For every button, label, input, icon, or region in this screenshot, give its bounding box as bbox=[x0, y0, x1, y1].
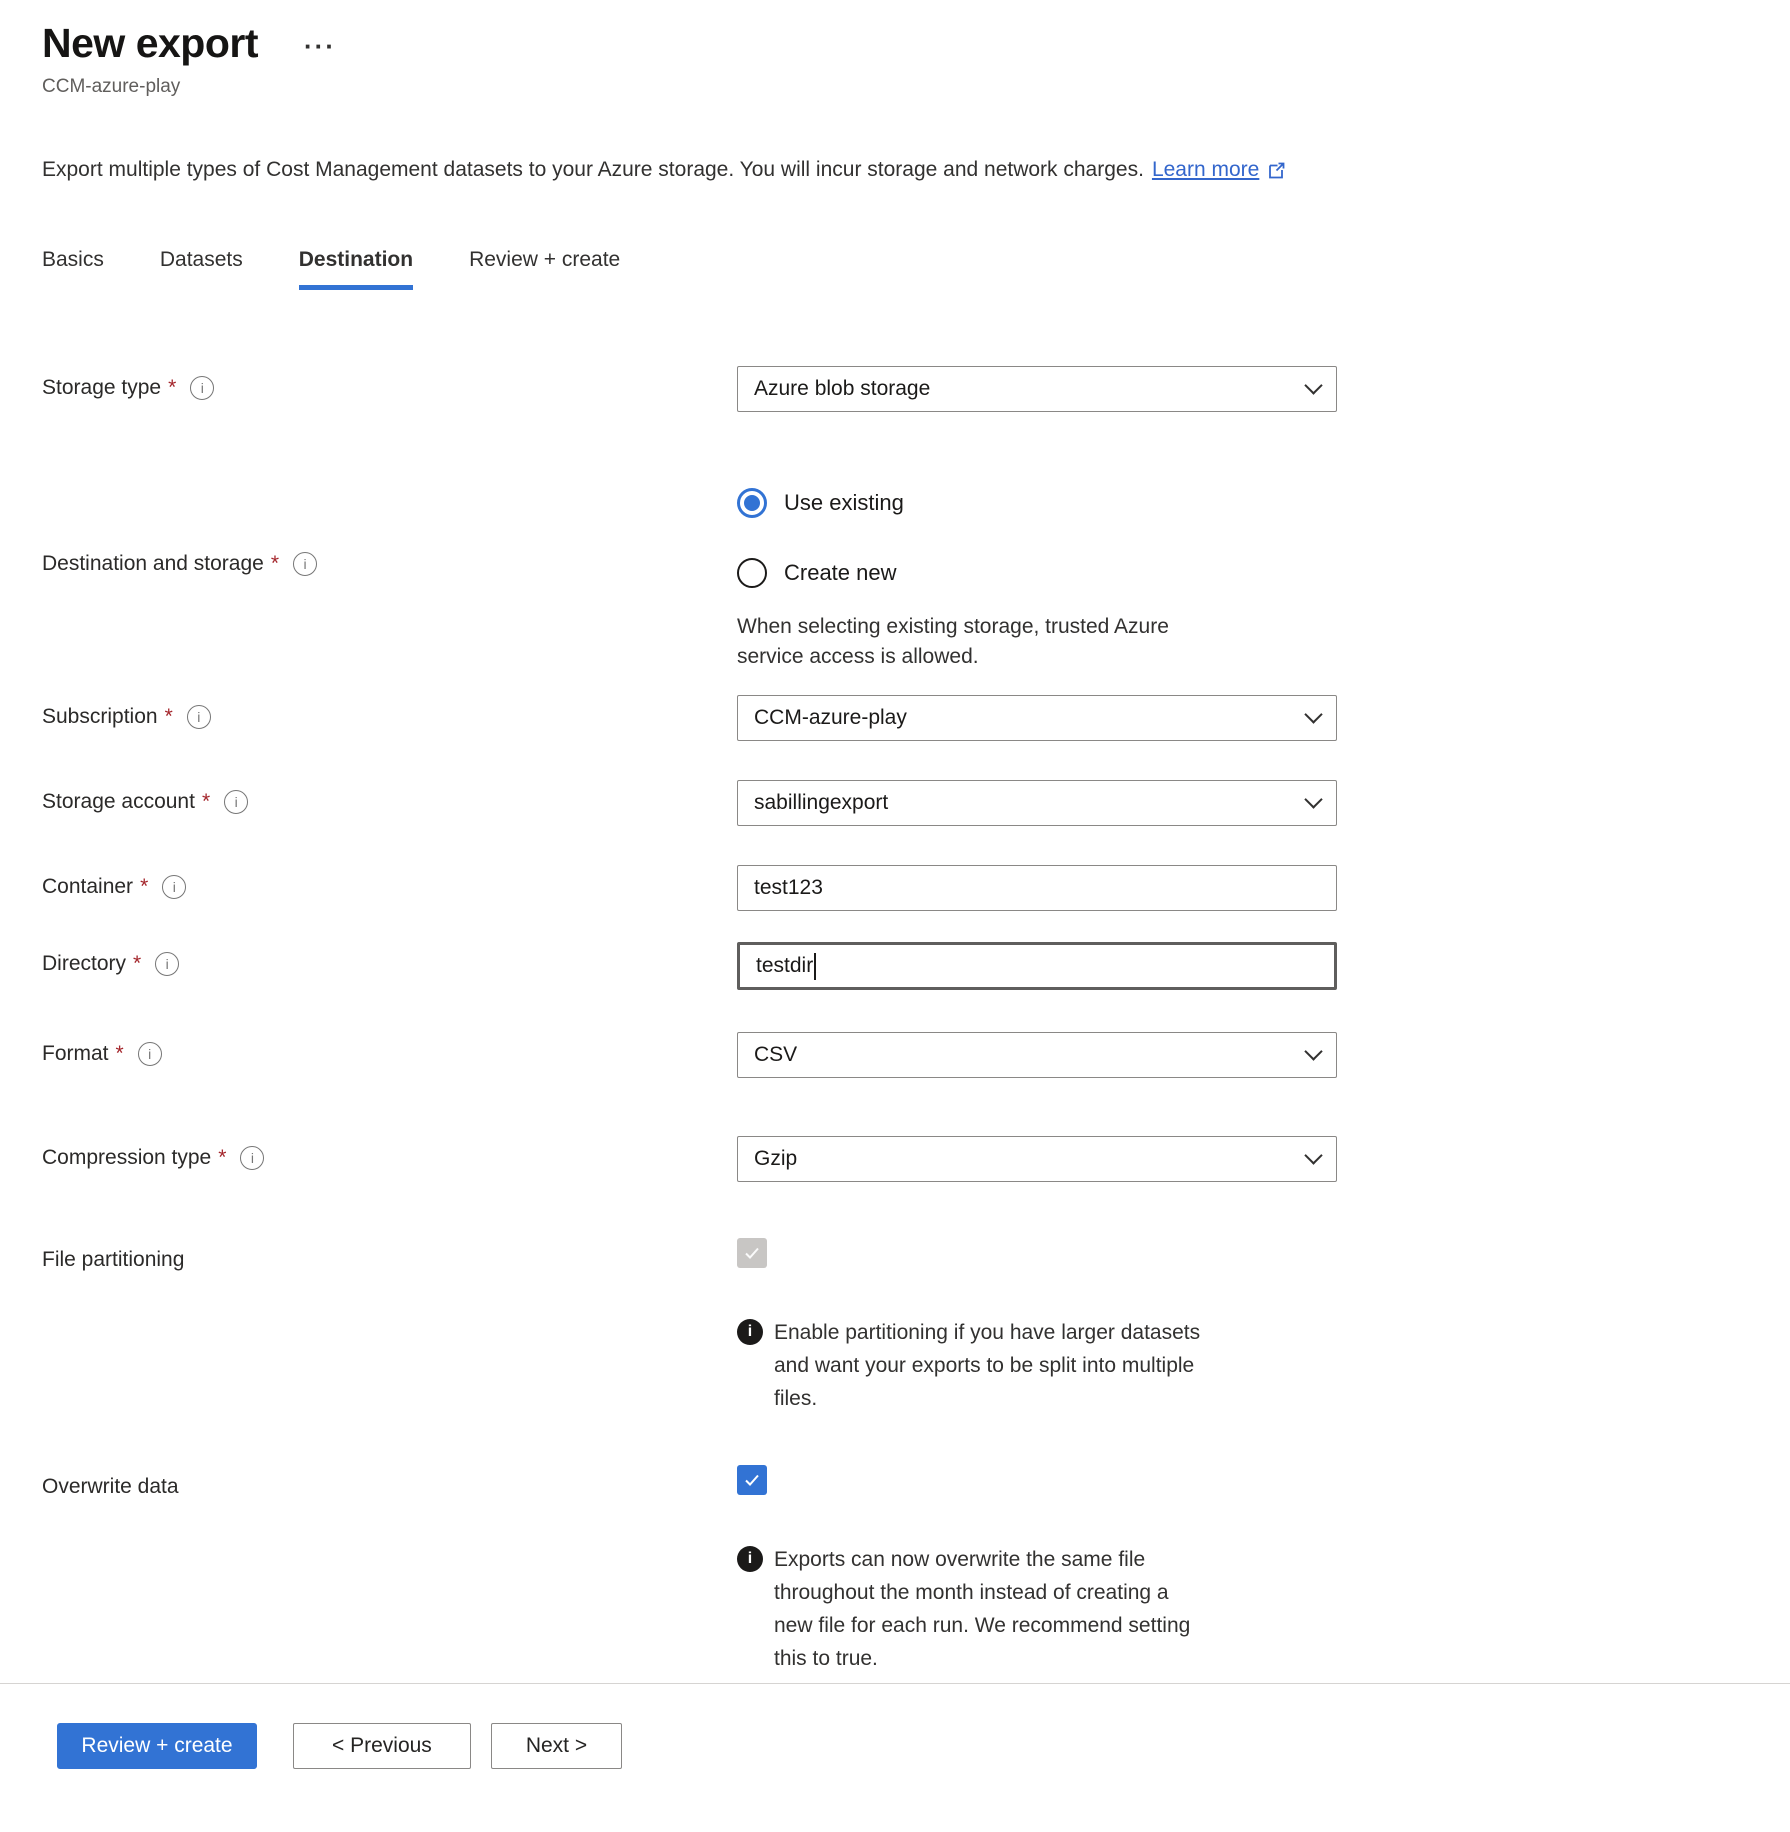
new-export-page: New export ··· CCM-azure-play Export mul… bbox=[0, 0, 1790, 1769]
file-partitioning-row: File partitioning Enable partitioning if… bbox=[42, 1238, 1750, 1415]
container-input[interactable]: test123 bbox=[737, 865, 1337, 911]
file-partitioning-info: Enable partitioning if you have larger d… bbox=[737, 1316, 1257, 1415]
storage-type-label: Storage type * bbox=[42, 366, 737, 400]
more-menu-button[interactable]: ··· bbox=[304, 41, 336, 51]
compression-type-dropdown[interactable]: Gzip bbox=[737, 1136, 1337, 1182]
existing-storage-hint: When selecting existing storage, trusted… bbox=[737, 612, 1337, 672]
page-description: Export multiple types of Cost Management… bbox=[42, 158, 1750, 182]
required-asterisk: * bbox=[140, 875, 148, 899]
tab-basics[interactable]: Basics bbox=[42, 248, 104, 290]
required-asterisk: * bbox=[165, 705, 173, 729]
destination-form: Storage type * Azure blob storage Destin… bbox=[42, 366, 1750, 1675]
storage-type-row: Storage type * Azure blob storage bbox=[42, 366, 1750, 412]
info-icon[interactable] bbox=[155, 952, 179, 976]
container-row: Container * test123 bbox=[42, 865, 1750, 911]
description-text: Export multiple types of Cost Management… bbox=[42, 158, 1144, 182]
tab-destination[interactable]: Destination bbox=[299, 248, 413, 290]
required-asterisk: * bbox=[271, 552, 279, 576]
overwrite-data-label: Overwrite data bbox=[42, 1465, 737, 1499]
storage-account-dropdown[interactable]: sabillingexport bbox=[737, 780, 1337, 826]
required-asterisk: * bbox=[168, 376, 176, 400]
footer-actions: Review + create < Previous Next > bbox=[42, 1723, 1750, 1769]
info-icon[interactable] bbox=[162, 875, 186, 899]
text-cursor bbox=[814, 953, 816, 980]
subscription-dropdown[interactable]: CCM-azure-play bbox=[737, 695, 1337, 741]
format-label: Format * bbox=[42, 1032, 737, 1066]
compression-type-row: Compression type * Gzip bbox=[42, 1136, 1750, 1182]
review-create-button[interactable]: Review + create bbox=[57, 1723, 257, 1769]
file-partitioning-checkbox bbox=[737, 1238, 767, 1268]
tab-datasets[interactable]: Datasets bbox=[160, 248, 243, 290]
chevron-down-icon bbox=[1304, 376, 1322, 394]
required-asterisk: * bbox=[116, 1042, 124, 1066]
chevron-down-icon bbox=[1304, 1042, 1322, 1060]
subscription-label: Subscription * bbox=[42, 695, 737, 729]
info-icon[interactable] bbox=[293, 552, 317, 576]
format-dropdown[interactable]: CSV bbox=[737, 1032, 1337, 1078]
info-icon[interactable] bbox=[224, 790, 248, 814]
radio-unselected-icon bbox=[737, 558, 767, 588]
radio-create-new[interactable]: Create new bbox=[737, 558, 1337, 588]
page-title: New export bbox=[42, 20, 258, 67]
info-icon[interactable] bbox=[187, 705, 211, 729]
previous-button[interactable]: < Previous bbox=[293, 1723, 471, 1769]
required-asterisk: * bbox=[133, 952, 141, 976]
directory-label: Directory * bbox=[42, 942, 737, 976]
info-filled-icon bbox=[737, 1319, 763, 1345]
destination-storage-label: Destination and storage * bbox=[42, 488, 737, 576]
chevron-down-icon bbox=[1304, 1146, 1322, 1164]
learn-more-link[interactable]: Learn more bbox=[1152, 158, 1259, 182]
required-asterisk: * bbox=[218, 1146, 226, 1170]
overwrite-data-checkbox[interactable] bbox=[737, 1465, 767, 1495]
storage-type-dropdown[interactable]: Azure blob storage bbox=[737, 366, 1337, 412]
overwrite-data-info: Exports can now overwrite the same file … bbox=[737, 1543, 1257, 1675]
container-label: Container * bbox=[42, 865, 737, 899]
storage-account-row: Storage account * sabillingexport bbox=[42, 780, 1750, 826]
next-button[interactable]: Next > bbox=[491, 1723, 622, 1769]
footer-divider bbox=[0, 1683, 1790, 1684]
overwrite-data-row: Overwrite data Exports can now overwrite… bbox=[42, 1465, 1750, 1675]
page-subtitle: CCM-azure-play bbox=[42, 76, 1750, 98]
chevron-down-icon bbox=[1304, 790, 1322, 808]
checkmark-icon bbox=[743, 1471, 761, 1489]
format-row: Format * CSV bbox=[42, 1032, 1750, 1078]
info-icon[interactable] bbox=[240, 1146, 264, 1170]
info-filled-icon bbox=[737, 1546, 763, 1572]
external-link-icon bbox=[1266, 160, 1287, 181]
header: New export ··· bbox=[42, 20, 1750, 67]
directory-input[interactable]: testdir bbox=[737, 942, 1337, 990]
radio-selected-icon bbox=[737, 488, 767, 518]
tab-review-create[interactable]: Review + create bbox=[469, 248, 620, 290]
wizard-tabs: Basics Datasets Destination Review + cre… bbox=[42, 248, 1750, 290]
chevron-down-icon bbox=[1304, 705, 1322, 723]
compression-type-label: Compression type * bbox=[42, 1136, 737, 1170]
directory-row: Directory * testdir bbox=[42, 942, 1750, 990]
checkmark-icon bbox=[743, 1244, 761, 1262]
info-icon[interactable] bbox=[190, 376, 214, 400]
storage-account-label: Storage account * bbox=[42, 780, 737, 814]
required-asterisk: * bbox=[202, 790, 210, 814]
destination-storage-row: Destination and storage * Use existing C… bbox=[42, 488, 1750, 672]
info-icon[interactable] bbox=[138, 1042, 162, 1066]
radio-use-existing[interactable]: Use existing bbox=[737, 488, 1337, 518]
subscription-row: Subscription * CCM-azure-play bbox=[42, 695, 1750, 741]
file-partitioning-label: File partitioning bbox=[42, 1238, 737, 1272]
